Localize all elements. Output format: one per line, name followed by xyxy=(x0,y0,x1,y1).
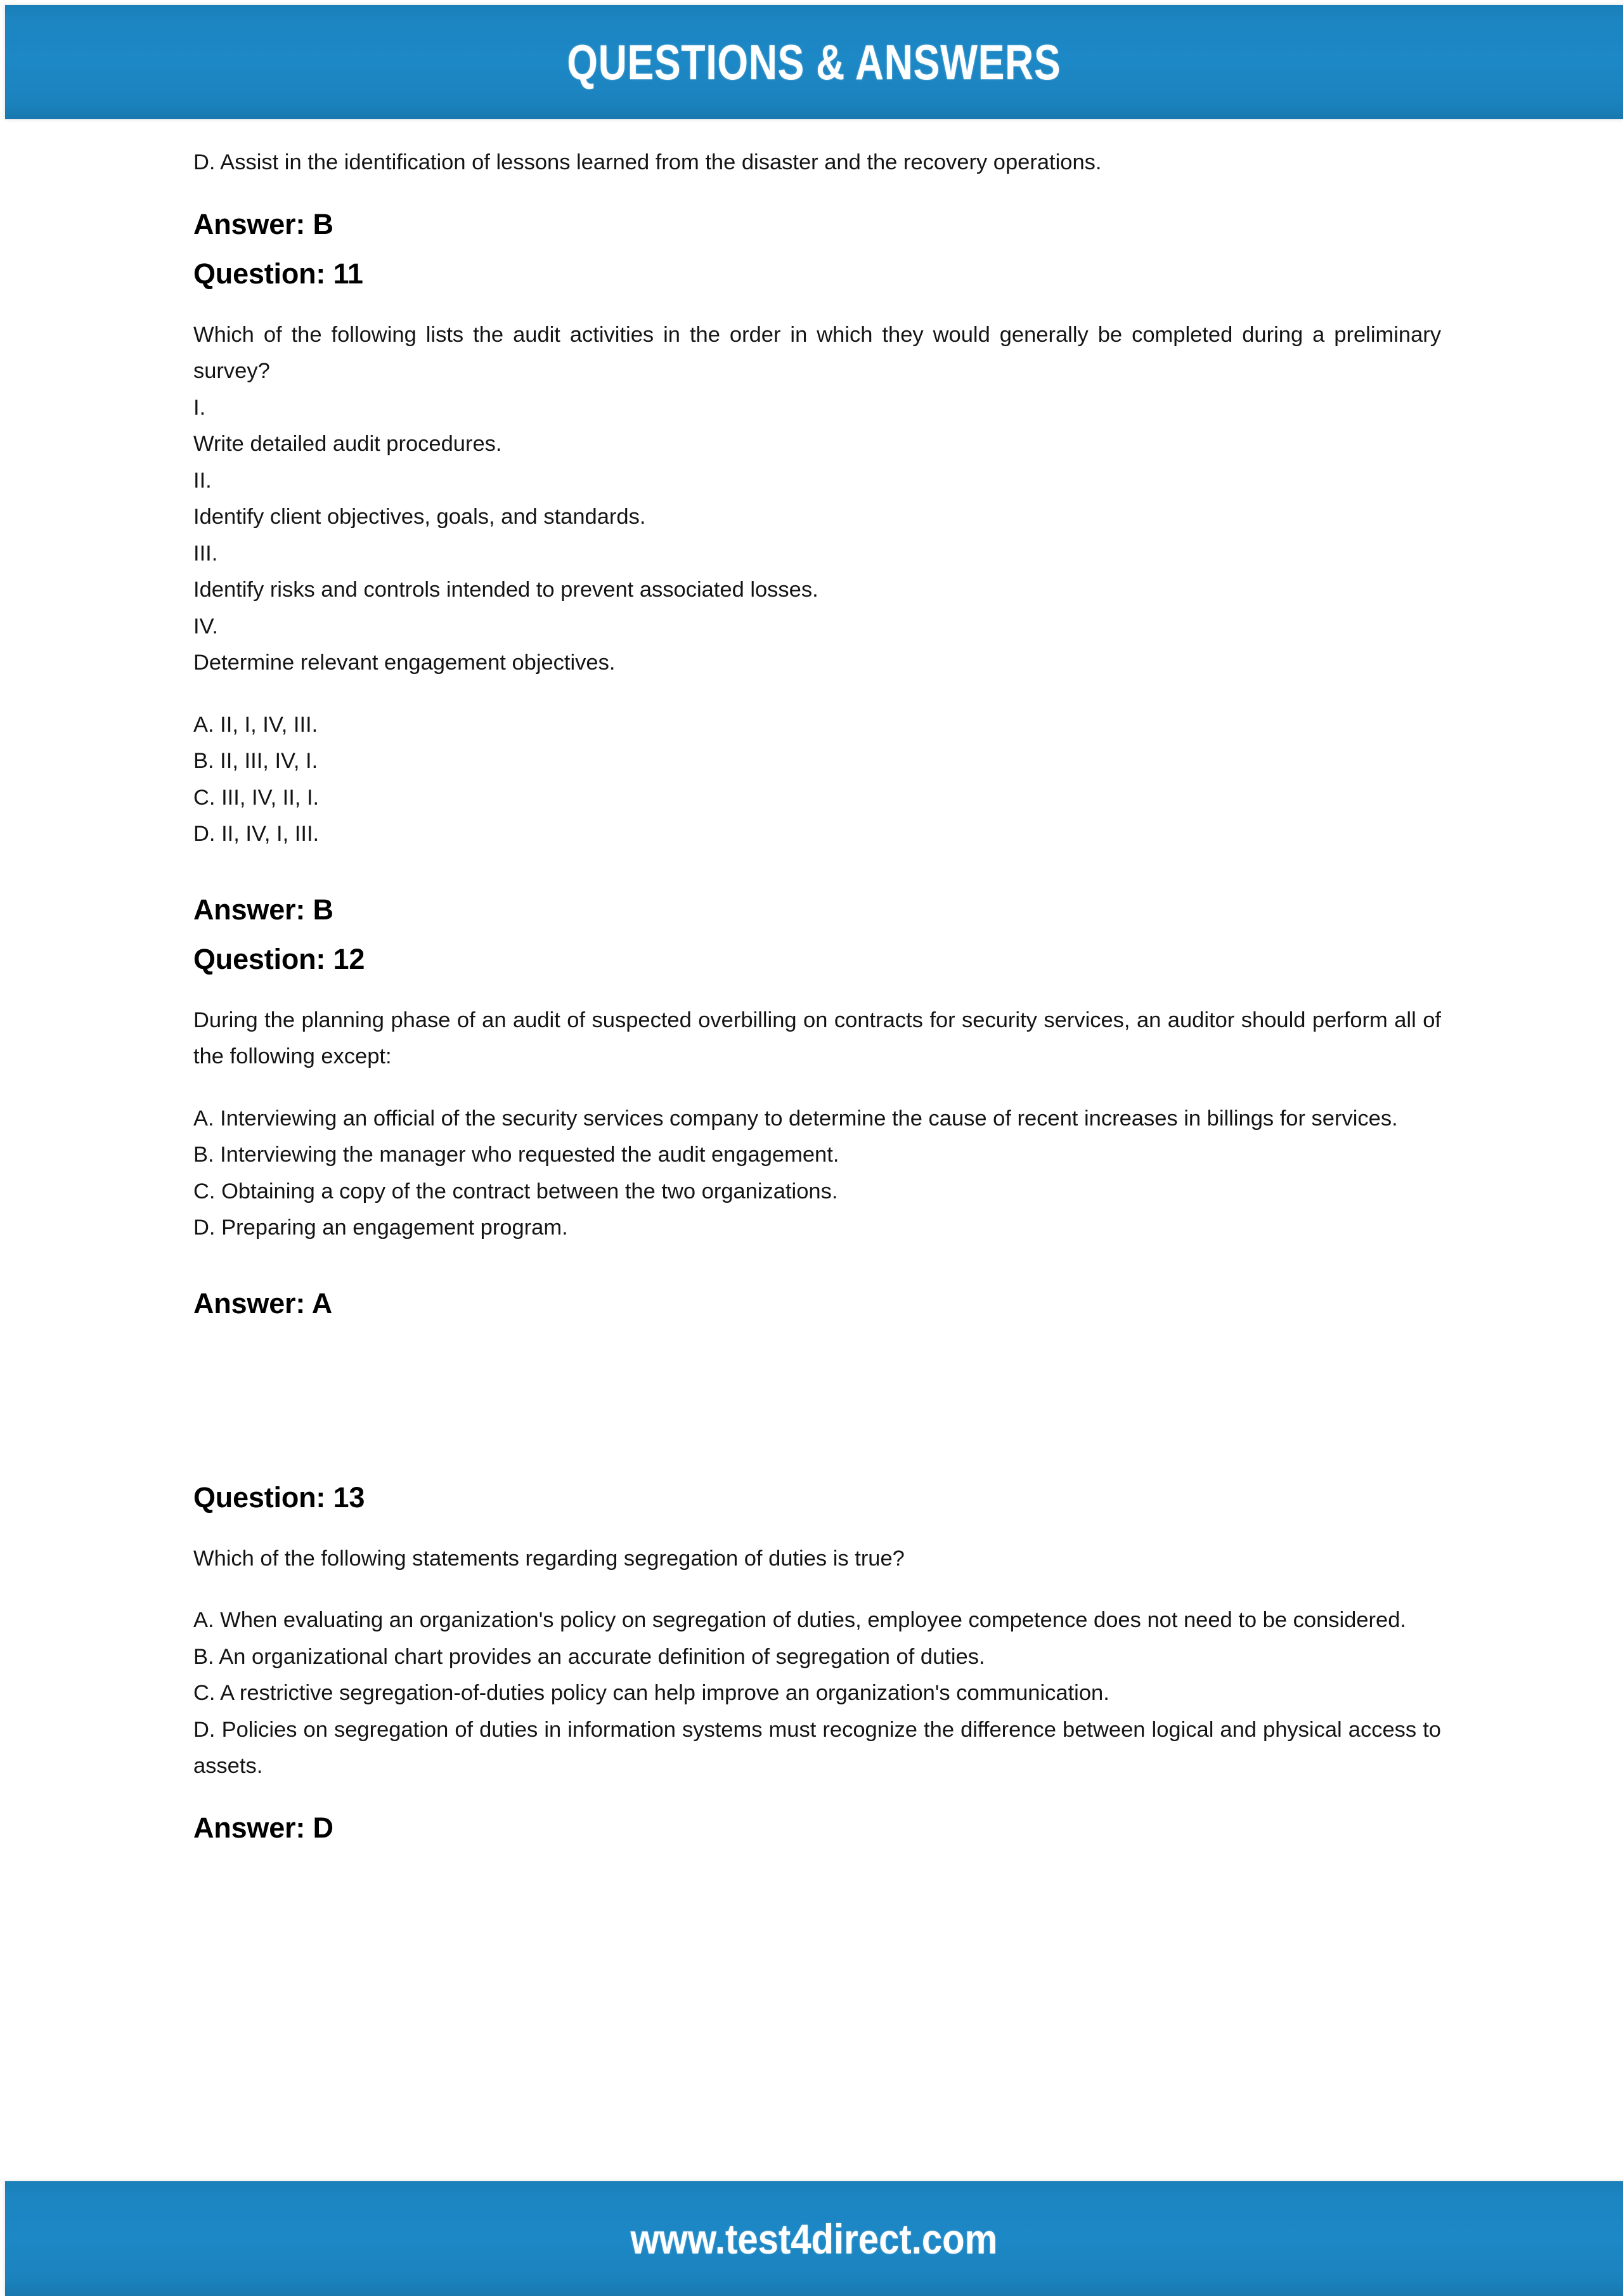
option-13-d: D. Policies on segregation of duties in … xyxy=(193,1717,1441,1779)
footer-website-url: www.test4direct.com xyxy=(630,2215,998,2262)
answer-heading-13: Answer: D xyxy=(193,1811,333,1844)
option-13-b: B. An organizational chart provides an a… xyxy=(193,1644,985,1669)
roman-item-text-4: Determine relevant engagement objectives… xyxy=(193,651,616,675)
roman-numeral-2: II. xyxy=(193,468,212,493)
previous-question-option-d: D. Assist in the identification of lesso… xyxy=(193,150,1102,174)
answer-heading-previous: Answer: B xyxy=(193,207,333,240)
roman-item-text-1: Write detailed audit procedures. xyxy=(193,432,502,456)
question-stem-12: During the planning phase of an audit of… xyxy=(193,1008,1441,1069)
question-stem-13: Which of the following statements regard… xyxy=(193,1546,905,1571)
option-11-d: D. II, IV, I, III. xyxy=(193,822,320,846)
option-11-a: A. II, I, IV, III. xyxy=(193,712,318,737)
document-page: D. Assist in the identification of lesso… xyxy=(0,119,1623,2181)
option-11-b: B. II, III, IV, I. xyxy=(193,749,318,773)
page-header-title: QUESTIONS & ANSWERS xyxy=(567,34,1061,90)
header-banner: QUESTIONS & ANSWERS xyxy=(5,5,1623,119)
question-heading-13: Question: 13 xyxy=(193,1481,365,1514)
question-heading-12: Question: 12 xyxy=(193,942,365,975)
question-heading-11: Question: 11 xyxy=(193,257,363,290)
roman-item-text-3: Identify risks and controls intended to … xyxy=(193,578,818,602)
option-11-c: C. III, IV, II, I. xyxy=(193,785,320,810)
option-13-a: A. When evaluating an organization's pol… xyxy=(193,1608,1406,1632)
answer-heading-12: Answer: A xyxy=(193,1287,333,1320)
option-12-c: C. Obtaining a copy of the contract betw… xyxy=(193,1179,838,1203)
option-12-b: B. Interviewing the manager who requeste… xyxy=(193,1143,839,1167)
roman-numeral-3: III. xyxy=(193,541,218,566)
roman-item-text-2: Identify client objectives, goals, and s… xyxy=(193,505,646,529)
option-12-d: D. Preparing an engagement program. xyxy=(193,1216,568,1240)
option-12-a: A. Interviewing an official of the secur… xyxy=(193,1106,1398,1131)
question-stem-11: Which of the following lists the audit a… xyxy=(193,322,1441,384)
option-13-c: C. A restrictive segregation-of-duties p… xyxy=(193,1681,1109,1705)
footer-banner: www.test4direct.com xyxy=(5,2181,1623,2296)
document-content-column: D. Assist in the identification of lesso… xyxy=(193,119,1441,1846)
roman-numeral-1: I. xyxy=(193,395,206,420)
roman-numeral-4: IV. xyxy=(193,614,219,639)
answer-heading-11: Answer: B xyxy=(193,893,333,926)
